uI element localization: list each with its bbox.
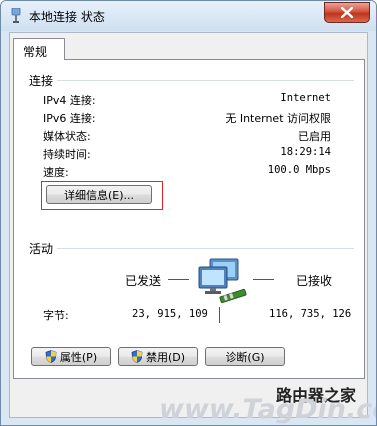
ipv4-value: Internet (280, 92, 331, 104)
speed-value: 100.0 Mbps (267, 164, 331, 176)
details-button[interactable]: 详细信息(E)... (46, 185, 152, 204)
ipv6-value: 无 Internet 访问权限 (225, 112, 331, 125)
sent-connector-line (168, 279, 189, 280)
connection-divider (57, 80, 354, 81)
ipv4-label: IPv4 连接: (43, 94, 96, 107)
uac-shield-icon (45, 350, 57, 363)
close-icon (341, 7, 353, 18)
ipv6-label: IPv6 连接: (43, 112, 96, 125)
disable-button[interactable]: 禁用(D) (118, 347, 198, 366)
bytes-sent-value: 23, 915, 109 (132, 308, 208, 320)
duration-value: 18:29:14 (280, 146, 331, 158)
properties-button[interactable]: 属性(P) (31, 347, 111, 366)
network-connection-icon (11, 8, 21, 23)
bytes-label: 字节: (43, 309, 69, 322)
tab-general[interactable]: 常规 (13, 38, 65, 60)
received-label: 已接收 (296, 274, 333, 288)
sent-label: 已发送 (125, 274, 162, 288)
uac-shield-icon (131, 350, 143, 363)
diagnose-button-label: 诊断(G) (225, 350, 265, 364)
activity-heading: 活动 (29, 242, 54, 256)
media-state-label: 媒体状态: (43, 130, 91, 143)
disable-button-label: 禁用(D) (145, 350, 186, 364)
network-activity-icon (198, 258, 247, 304)
status-window: 本地连接 状态 常规 连接 IPv4 连接: Internet IPv6 连接:… (0, 0, 377, 426)
activity-divider (57, 248, 354, 249)
bytes-received-value: 116, 735, 126 (269, 308, 352, 320)
window-title: 本地连接 状态 (29, 10, 105, 24)
media-state-value: 已启用 (298, 130, 331, 143)
title-bar[interactable]: 本地连接 状态 (1, 1, 376, 31)
diagnose-button[interactable]: 诊断(G) (205, 347, 285, 366)
properties-button-label: 属性(P) (59, 350, 98, 364)
speed-label: 速度: (43, 166, 69, 179)
received-connector-line (253, 279, 274, 280)
activity-center-line (219, 307, 220, 323)
details-button-label: 详细信息(E)... (63, 188, 135, 202)
close-button[interactable] (324, 2, 370, 23)
connection-heading: 连接 (29, 74, 54, 88)
duration-label: 持续时间: (43, 148, 91, 161)
